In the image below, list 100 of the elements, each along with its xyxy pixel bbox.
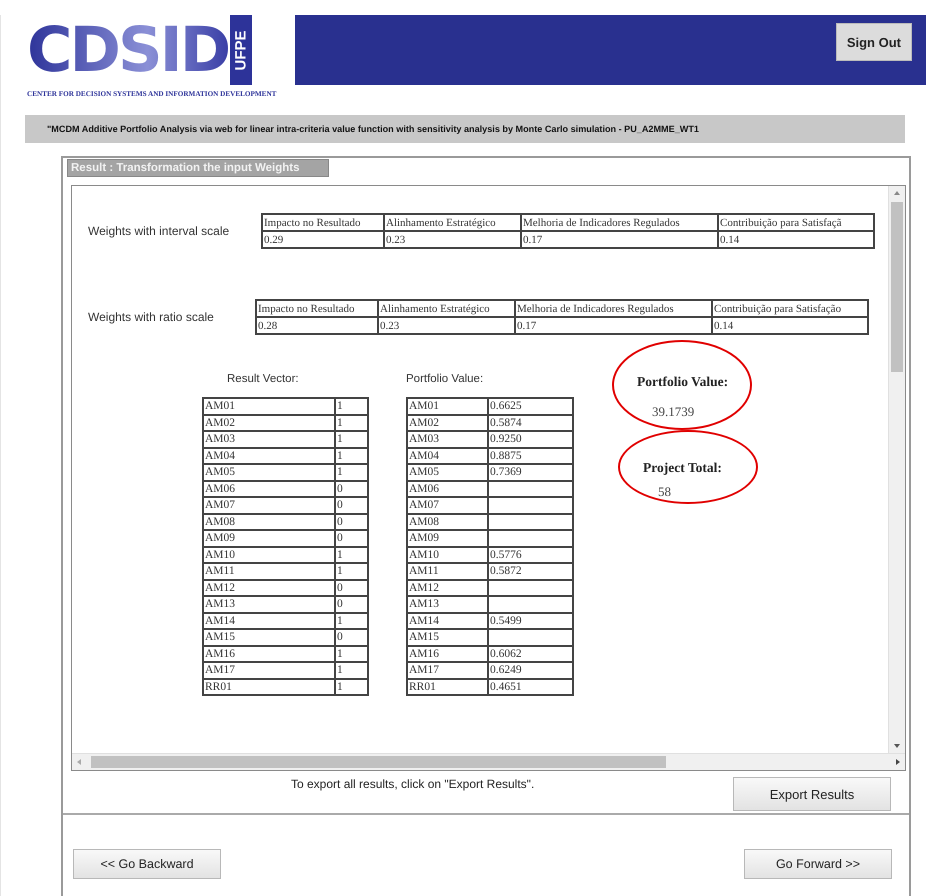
table-cell: 0.5776 <box>488 546 573 563</box>
table-cell: AM03 <box>407 431 488 448</box>
weights-label: Weights with interval scale <box>87 224 230 238</box>
table-cell: AM10 <box>407 546 488 563</box>
go-backward-button[interactable]: << Go Backward <box>73 849 221 879</box>
table-cell: 0.9250 <box>488 431 573 448</box>
table-cell: AM01 <box>203 398 335 414</box>
table-cell: AM08 <box>407 514 488 530</box>
table-cell: 0.14 <box>712 317 868 334</box>
sign-out-button[interactable]: Sign Out <box>836 23 912 61</box>
table-cell: 1 <box>335 646 368 662</box>
table-cell: 0 <box>335 480 368 497</box>
table-caption: Portfolio Value: <box>406 373 484 387</box>
table-cell: 0.28 <box>256 317 378 334</box>
scroll-right-icon <box>896 759 900 765</box>
table-cell: AM03 <box>203 431 335 448</box>
table-header-cell: Impacto no Resultado <box>262 214 384 231</box>
table-cell: AM14 <box>203 612 335 629</box>
table-header-cell: Melhoria de Indicadores Regulados <box>521 214 718 231</box>
table-cell: 0 <box>335 629 368 646</box>
table-cell: AM06 <box>203 480 335 497</box>
table-cell: AM07 <box>203 497 335 514</box>
table-cell: 0 <box>335 514 368 530</box>
table-cell: AM05 <box>203 464 335 480</box>
table-cell: AM13 <box>407 596 488 612</box>
horizontal-scrollbar[interactable] <box>72 753 905 770</box>
scrollbar-thumb[interactable] <box>91 756 666 768</box>
table-cell: AM11 <box>407 563 488 580</box>
table-cell: AM06 <box>407 480 488 497</box>
table-header-cell: Alinhamento Estratégico <box>378 300 515 317</box>
table-cell: 0.6249 <box>488 662 573 678</box>
table-cell: 0.23 <box>384 231 521 248</box>
table-cell: AM09 <box>203 530 335 546</box>
export-results-button[interactable]: Export Results <box>733 777 891 811</box>
table-cell: AM02 <box>407 414 488 431</box>
table-cell: AM10 <box>203 546 335 563</box>
table-cell: 0 <box>335 497 368 514</box>
table-cell: 1 <box>335 662 368 678</box>
weights-label: Weights with ratio scale <box>87 310 215 324</box>
table-cell: 1 <box>335 414 368 431</box>
scroll-up-icon <box>894 191 900 195</box>
table-cell: AM04 <box>203 448 335 464</box>
table-cell: 1 <box>335 398 368 414</box>
page-subtitle: "MCDM Additive Portfolio Analysis via web for linear intra-criteria value function with sensitivity analysis by Monte Carlo simulation - PU_A2MME_WT1 <box>47 124 699 134</box>
table-caption: Result Vector: <box>226 373 300 387</box>
summary-value: 39.1739 <box>652 404 696 420</box>
table-cell: 1 <box>335 431 368 448</box>
logo-side-text: UFPE <box>232 30 250 70</box>
table-cell: AM14 <box>407 612 488 629</box>
table-cell: AM09 <box>407 530 488 546</box>
table-cell: AM16 <box>203 646 335 662</box>
table-cell: AM02 <box>203 414 335 431</box>
table-cell: 1 <box>335 678 368 695</box>
scroll-left-icon <box>77 759 81 765</box>
table-header-cell: Contribuição para Satisfação <box>712 300 868 317</box>
table-cell: 0.5872 <box>488 563 573 580</box>
table-cell: AM04 <box>407 448 488 464</box>
table-cell: 0 <box>335 596 368 612</box>
table-cell: RR01 <box>407 678 488 695</box>
table-cell: AM15 <box>407 629 488 646</box>
summary-label: Portfolio Value: <box>637 374 730 390</box>
summary-value: 58 <box>658 484 672 500</box>
table-cell: 0 <box>335 530 368 546</box>
table-cell: 0.14 <box>718 231 874 248</box>
table-cell: 1 <box>335 448 368 464</box>
table-cell: 0.17 <box>521 231 718 248</box>
table-cell: 0.29 <box>262 231 384 248</box>
summary-label: Project Total: <box>643 460 723 476</box>
table-cell: 0.6625 <box>488 398 573 414</box>
scrollbar-thumb[interactable] <box>891 202 903 372</box>
table-cell: 1 <box>335 546 368 563</box>
table-cell: 0.7369 <box>488 464 573 480</box>
table-cell: AM13 <box>203 596 335 612</box>
table-cell: AM15 <box>203 629 335 646</box>
table-cell: AM17 <box>407 662 488 678</box>
table-cell: 1 <box>335 612 368 629</box>
table-cell: AM01 <box>407 398 488 414</box>
table-cell: AM07 <box>407 497 488 514</box>
table-cell: 0.17 <box>515 317 712 334</box>
table-cell: 0.23 <box>378 317 515 334</box>
table-header-cell: Contribuição para Satisfaçã <box>718 214 874 231</box>
panel-title: Result : Transformation the input Weights <box>67 159 329 177</box>
table-cell: AM11 <box>203 563 335 580</box>
go-forward-button[interactable]: Go Forward >> <box>744 849 892 879</box>
scroll-down-icon <box>894 744 900 748</box>
table-header-cell: Impacto no Resultado <box>256 300 378 317</box>
table-cell: AM16 <box>407 646 488 662</box>
table-cell: RR01 <box>203 678 335 695</box>
vertical-scrollbar[interactable] <box>888 186 905 753</box>
table-cell: AM08 <box>203 514 335 530</box>
table-cell: 0.4651 <box>488 678 573 695</box>
table-header-cell: Melhoria de Indicadores Regulados <box>515 300 712 317</box>
table-cell: 1 <box>335 563 368 580</box>
table-cell: AM05 <box>407 464 488 480</box>
table-header-cell: Alinhamento Estratégico <box>384 214 521 231</box>
table-cell: 0.8875 <box>488 448 573 464</box>
table-cell: AM12 <box>407 580 488 596</box>
table-cell: 0.6062 <box>488 646 573 662</box>
table-cell: 1 <box>335 464 368 480</box>
export-hint: To export all results, click on "Export Results". <box>291 777 534 791</box>
